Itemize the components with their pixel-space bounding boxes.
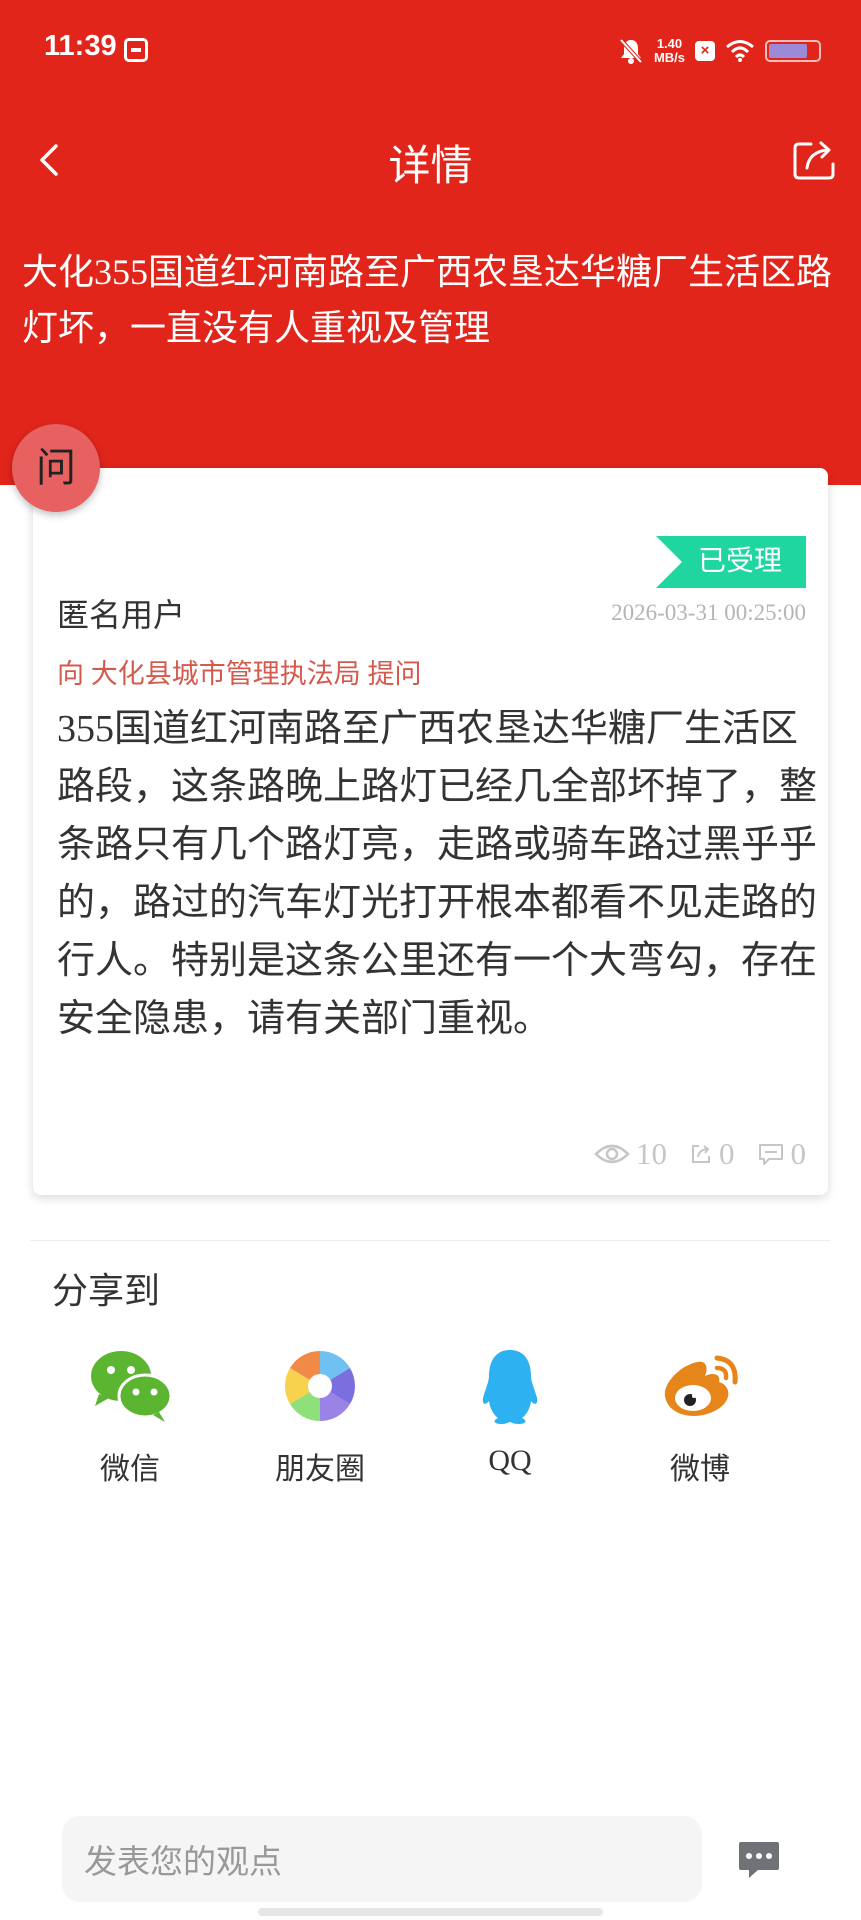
share-icon[interactable] xyxy=(785,130,845,190)
mute-icon xyxy=(619,38,643,64)
post-timestamp: 2026-03-31 00:25:00 xyxy=(611,600,806,625)
page-title: 详情 xyxy=(388,142,473,189)
shares-count: 0 xyxy=(719,1136,735,1171)
comments-stat[interactable]: 0 xyxy=(757,1136,807,1172)
author-name: 匿名用户 xyxy=(57,597,186,633)
moments-icon xyxy=(285,1351,355,1421)
comments-count: 0 xyxy=(790,1136,807,1171)
status-time: 11:39 xyxy=(44,30,117,62)
battery-fill xyxy=(769,44,808,58)
weibo-icon xyxy=(664,1355,738,1416)
nav-bar: 详情 xyxy=(0,120,861,200)
qq-icon xyxy=(482,1350,538,1424)
share-qq[interactable]: QQ xyxy=(430,1346,590,1506)
network-speed: 1.40 MB/s xyxy=(654,37,685,65)
stats-row: 10 0 0 xyxy=(572,1134,806,1174)
share-options: 微信 朋友圈 QQ 微博 xyxy=(0,1346,861,1506)
views-stat: 10 xyxy=(594,1136,667,1172)
home-indicator xyxy=(258,1908,603,1916)
status-indicators: 1.40 MB/s × xyxy=(618,34,821,68)
question-body: 355国道红河南路至广西农垦达华糖厂生活区路段，这条路晚上路灯已经几全部坏掉了，… xyxy=(57,708,818,1040)
views-count: 10 xyxy=(636,1136,667,1171)
share-wechat[interactable]: 微信 xyxy=(50,1346,210,1506)
question-title: 大化355国道红河南路至广西农垦达华糖厂生活区路灯坏，一直没有人重视及管理 xyxy=(22,252,833,348)
share-weibo[interactable]: 微博 xyxy=(620,1346,780,1506)
share-moments[interactable]: 朋友圈 xyxy=(240,1346,400,1506)
eye-icon xyxy=(594,1144,630,1164)
share-weibo-label: 微博 xyxy=(670,1453,730,1486)
status-badge: 已受理 xyxy=(656,536,806,588)
comment-input[interactable]: 发表您的观点 xyxy=(62,1816,702,1902)
share-section-title: 分享到 xyxy=(52,1270,161,1311)
comment-icon xyxy=(758,1144,783,1165)
speed-value: 1.40 xyxy=(656,36,683,51)
wifi-icon xyxy=(726,40,754,62)
question-card: 已受理 匿名用户 2026-03-31 00:25:00 向 大化县城市管理执法… xyxy=(33,468,828,1195)
forward-icon xyxy=(692,1145,710,1163)
addressee-link[interactable]: 向 大化县城市管理执法局 提问 xyxy=(57,652,422,691)
divider xyxy=(30,1240,830,1241)
share-wechat-label: 微信 xyxy=(100,1453,160,1486)
share-moments-label: 朋友圈 xyxy=(275,1453,365,1486)
comment-bubble-icon[interactable] xyxy=(736,1836,782,1882)
battery-icon xyxy=(765,40,821,62)
share-qq-label: QQ xyxy=(488,1444,532,1477)
ask-badge: 问 xyxy=(12,424,100,512)
notification-app-icon xyxy=(124,38,148,62)
wechat-icon xyxy=(91,1351,173,1422)
x-badge-icon: × xyxy=(695,41,715,61)
status-bar: 11:39 1.40 MB/s × xyxy=(0,0,861,100)
shares-stat[interactable]: 0 xyxy=(689,1136,735,1172)
comment-placeholder: 发表您的观点 xyxy=(84,1845,282,1881)
speed-unit: MB/s xyxy=(653,50,685,65)
